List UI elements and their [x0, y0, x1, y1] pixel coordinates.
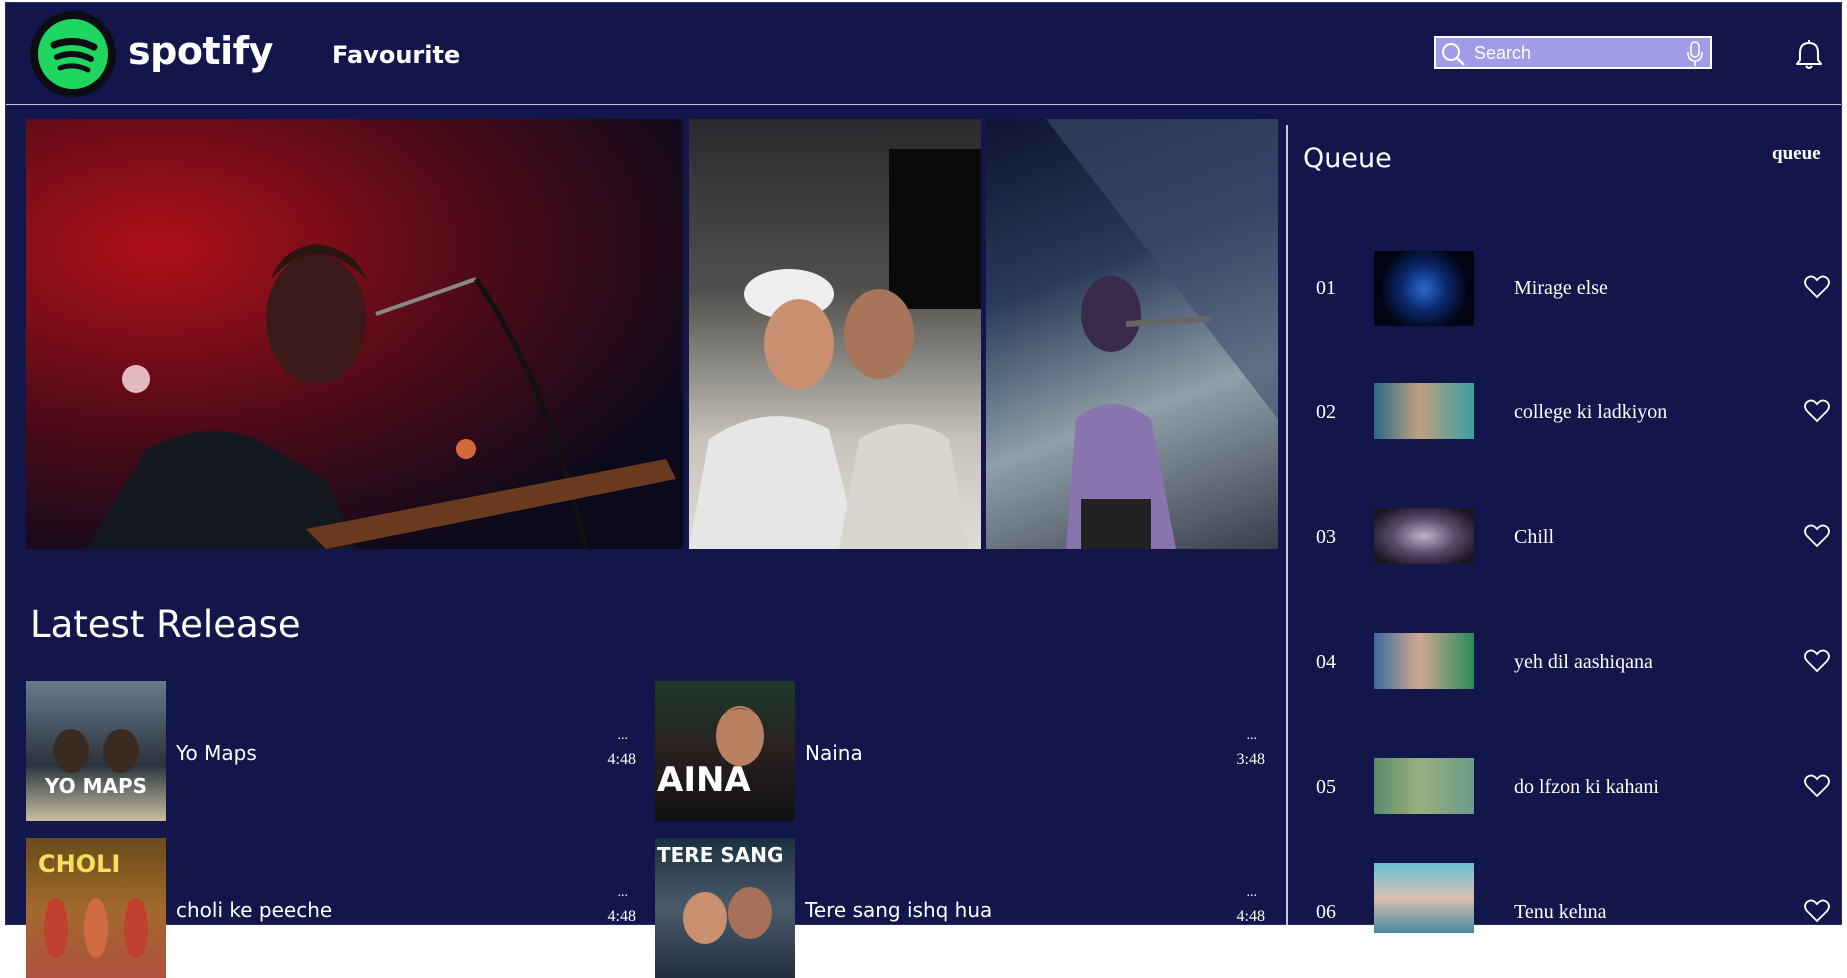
queue-title-text: Mirage else — [1514, 277, 1608, 299]
release-title: choli ke peeche — [176, 898, 333, 922]
more-options-icon[interactable]: ... — [1247, 886, 1258, 900]
release-cover: TERE SANG — [655, 838, 795, 978]
queue-cover — [1374, 251, 1474, 326]
search-input[interactable] — [1472, 40, 1676, 66]
hero-image-solo-singer[interactable] — [986, 119, 1278, 549]
queue-link[interactable]: queue — [1772, 143, 1821, 165]
queue-number: 03 — [1316, 526, 1336, 548]
queue-cover — [1374, 508, 1474, 564]
release-title: Yo Maps — [176, 741, 257, 765]
svg-text:YO MAPS: YO MAPS — [44, 774, 147, 798]
notification-bell-icon[interactable] — [1794, 39, 1824, 71]
queue-title-text: Tenu kehna — [1514, 901, 1607, 923]
vertical-divider — [1286, 125, 1288, 925]
release-title: Tere sang ishq hua — [805, 898, 993, 922]
svg-text:CHOLI: CHOLI — [38, 850, 120, 878]
mic-icon[interactable] — [1686, 40, 1704, 68]
release-duration: 4:48 — [1236, 908, 1265, 925]
queue-cover — [1374, 383, 1474, 439]
heart-icon[interactable] — [1804, 899, 1830, 923]
more-options-icon[interactable]: ... — [618, 886, 629, 900]
nav-favourite[interactable]: Favourite — [332, 41, 460, 69]
queue-number: 05 — [1316, 776, 1336, 798]
queue-item[interactable]: 02 college ki ladkiyon — [1306, 373, 1836, 453]
release-cover: AINA — [655, 681, 795, 821]
queue-title-text: yeh dil aashiqana — [1514, 651, 1653, 673]
release-item[interactable]: YO MAPS Yo Maps ... 4:48 — [26, 681, 646, 821]
queue-item[interactable]: 03 Chill — [1306, 498, 1836, 578]
queue-number: 06 — [1316, 901, 1336, 923]
release-duration: 4:48 — [607, 908, 636, 925]
spotify-logo-icon — [38, 19, 108, 89]
release-duration: 3:48 — [1236, 751, 1265, 768]
heart-icon[interactable] — [1804, 774, 1830, 798]
release-item[interactable]: CHOLI choli ke peeche ... 4:48 — [26, 838, 646, 978]
queue-item[interactable]: 04 yeh dil aashiqana — [1306, 623, 1836, 703]
heart-icon[interactable] — [1804, 649, 1830, 673]
search-bar[interactable] — [1434, 36, 1712, 69]
queue-item[interactable]: 06 Tenu kehna — [1306, 861, 1836, 941]
svg-text:AINA: AINA — [657, 760, 751, 800]
search-icon — [1442, 43, 1465, 66]
release-item[interactable]: AINA Naina ... 3:48 — [655, 681, 1275, 821]
queue-cover — [1374, 863, 1474, 933]
queue-number: 04 — [1316, 651, 1336, 673]
queue-title-text: do lfzon ki kahani — [1514, 776, 1659, 798]
heart-icon[interactable] — [1804, 524, 1830, 548]
more-options-icon[interactable]: ... — [618, 729, 629, 743]
header: spotify Favourite — [6, 3, 1841, 105]
release-title: Naina — [805, 741, 863, 765]
queue-title: Queue — [1303, 143, 1392, 174]
hero-image-guitarist[interactable] — [26, 119, 683, 549]
queue-item[interactable]: 01 Mirage else — [1306, 247, 1836, 327]
brand-name: spotify — [128, 29, 273, 73]
svg-text:TERE SANG: TERE SANG — [657, 843, 783, 867]
queue-cover — [1374, 758, 1474, 814]
queue-title-text: Chill — [1514, 526, 1555, 548]
more-options-icon[interactable]: ... — [1247, 729, 1258, 743]
release-duration: 4:48 — [607, 751, 636, 768]
queue-title-text: college ki ladkiyon — [1514, 401, 1668, 423]
heart-icon[interactable] — [1804, 275, 1830, 299]
release-item[interactable]: TERE SANG Tere sang ishq hua ... 4:48 — [655, 838, 1275, 978]
queue-number: 01 — [1316, 277, 1336, 299]
latest-release-title: Latest Release — [30, 603, 301, 646]
release-cover: CHOLI — [26, 838, 166, 978]
app-window: spotify Favourite Search Latest Release … — [5, 2, 1842, 978]
release-cover: YO MAPS — [26, 681, 166, 821]
queue-item[interactable]: 05 do lfzon ki kahani — [1306, 748, 1836, 828]
queue-cover — [1374, 633, 1474, 689]
spotify-logo[interactable] — [30, 11, 116, 97]
hero-image-duo-singers[interactable] — [689, 119, 981, 549]
queue-number: 02 — [1316, 401, 1336, 423]
heart-icon[interactable] — [1804, 399, 1830, 423]
